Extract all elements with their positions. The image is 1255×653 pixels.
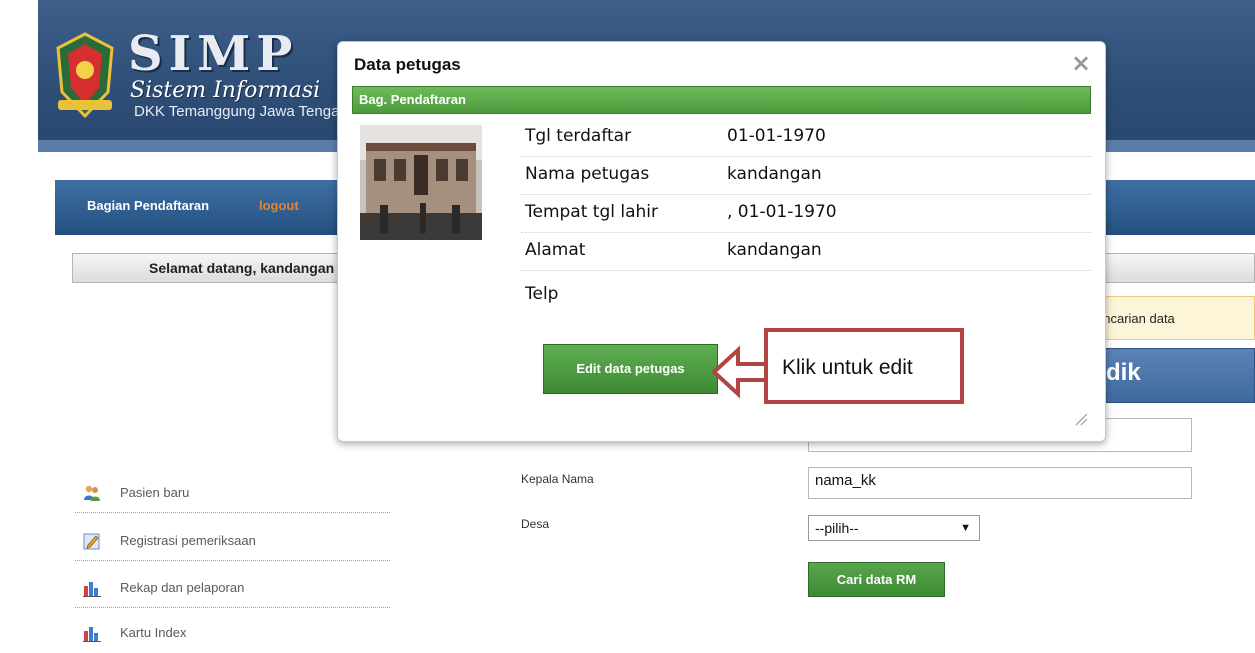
menu-item-registrasi-pemeriksaan[interactable]: Registrasi pemeriksaan bbox=[75, 519, 390, 561]
info-row-tgl-terdaftar: Tgl terdaftar 01-01-1970 bbox=[521, 119, 1091, 157]
welcome-text: Selamat datang, kandangan bbox=[149, 260, 335, 276]
info-value: kandangan bbox=[727, 240, 822, 260]
section-title: Bag. Pendaftaran bbox=[359, 92, 466, 107]
annotation-text: Klik untuk edit bbox=[782, 356, 913, 379]
close-icon[interactable]: × bbox=[1067, 49, 1095, 77]
pencil-icon bbox=[83, 533, 100, 550]
app-subtitle: Sistem Informasi bbox=[130, 78, 321, 103]
bar-chart-icon bbox=[83, 627, 101, 642]
app-location: DKK Temanggung Jawa Tengah bbox=[134, 103, 348, 120]
menu-item-pasien-baru[interactable]: Pasien baru bbox=[75, 471, 390, 513]
desa-label: Desa bbox=[521, 517, 550, 531]
chevron-down-icon: ▼ bbox=[960, 522, 971, 534]
dialog-title: Data petugas bbox=[354, 55, 461, 74]
info-value: kandangan bbox=[727, 164, 822, 184]
info-row-alamat: Alamat kandangan bbox=[521, 233, 1091, 271]
kepala-nama-label: Kepala Nama bbox=[521, 472, 594, 486]
menu-label: Pasien baru bbox=[120, 485, 190, 500]
info-row-nama-petugas: Nama petugas kandangan bbox=[521, 157, 1091, 195]
app-title: SIMP bbox=[128, 26, 299, 82]
info-label: Nama petugas bbox=[525, 164, 650, 184]
bar-chart-icon bbox=[83, 582, 101, 597]
search-button[interactable]: Cari data RM bbox=[808, 562, 945, 597]
section-header: Bag. Pendaftaran bbox=[352, 86, 1091, 114]
info-label: Telp bbox=[525, 284, 559, 304]
info-label: Tgl terdaftar bbox=[525, 126, 632, 146]
menu-item-kartu-index[interactable]: Kartu Index bbox=[75, 611, 390, 653]
info-row-tempat-tgl-lahir: Tempat tgl lahir , 01-01-1970 bbox=[521, 195, 1091, 233]
menu-label: Kartu Index bbox=[120, 625, 187, 640]
info-value: , 01-01-1970 bbox=[727, 202, 837, 222]
arrow-left-icon bbox=[711, 345, 771, 399]
officer-photo bbox=[360, 125, 482, 240]
desa-select-value: --pilih-- bbox=[815, 520, 859, 536]
info-label: Alamat bbox=[525, 240, 586, 260]
resize-grip-icon[interactable] bbox=[1072, 410, 1088, 426]
menu-item-rekap-dan-pelaporan[interactable]: Rekap dan pelaporan bbox=[75, 566, 390, 608]
notice-text: encarian data bbox=[1096, 311, 1175, 326]
info-value: 01-01-1970 bbox=[727, 126, 826, 146]
edit-officer-button[interactable]: Edit data petugas bbox=[543, 344, 718, 394]
logout-link[interactable]: logout bbox=[259, 198, 299, 213]
desa-select[interactable]: --pilih-- ▼ bbox=[808, 515, 980, 541]
menu-label: Rekap dan pelaporan bbox=[120, 580, 245, 595]
kepala-nama-input[interactable]: nama_kk bbox=[808, 467, 1192, 499]
notice-box: encarian data bbox=[1095, 296, 1255, 340]
search-title: dik bbox=[1106, 359, 1141, 386]
nav-user-section: Bagian Pendaftaran bbox=[87, 198, 210, 213]
info-label: Tempat tgl lahir bbox=[525, 202, 659, 222]
menu-label: Registrasi pemeriksaan bbox=[120, 533, 256, 548]
users-icon bbox=[84, 485, 100, 501]
info-row-telp: Telp bbox=[521, 277, 1091, 315]
annotation-callout: Klik untuk edit bbox=[764, 328, 964, 404]
emblem-logo-icon bbox=[56, 32, 114, 119]
